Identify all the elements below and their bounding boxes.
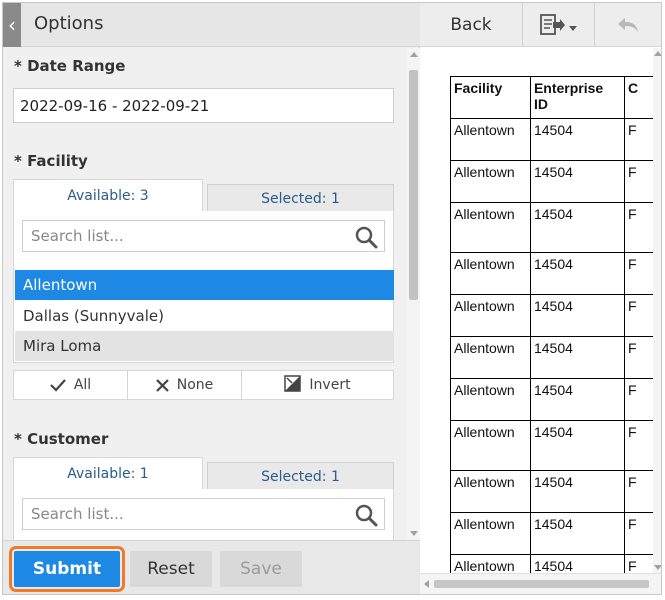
report-horizontal-scrollbar-thumb[interactable] [434, 580, 649, 588]
app-window: ‹ Options * Date Range * Facility Availa… [2, 2, 662, 595]
report-table: Facility Enterprise ID C Allentown 14504 F… [450, 76, 661, 573]
date-range-label: * Date Range [14, 57, 126, 75]
back-button[interactable]: Back [420, 3, 523, 47]
save-button[interactable]: Save [220, 551, 302, 587]
select-all-button[interactable]: All [14, 371, 127, 399]
export-icon [540, 14, 577, 35]
invert-selection-label: Invert [309, 377, 351, 393]
options-scrollbar[interactable] [407, 48, 420, 540]
table-row: Allentown 14504 F [450, 294, 661, 337]
customer-tab-available[interactable]: Available: 1 [13, 457, 203, 489]
facility-action-bar: All None Invert [13, 370, 394, 400]
column-header: Enterprise ID [529, 76, 626, 119]
options-header: ‹ Options [3, 3, 420, 47]
table-row: Allentown 14504 F [450, 554, 661, 573]
table-cell: Allentown [450, 336, 531, 379]
column-header: Facility [450, 76, 531, 119]
options-scroll-area: * Date Range * Facility Available: 3 Sel… [3, 48, 407, 540]
table-row: Allentown 14504 F [450, 202, 661, 253]
table-cell: 14504 [529, 118, 626, 161]
report-horizontal-scrollbar[interactable] [420, 573, 661, 594]
table-row: Allentown 14504 F [450, 420, 661, 471]
select-none-label: None [176, 377, 214, 393]
scroll-down-arrow-icon[interactable] [654, 565, 661, 570]
customer-search-input[interactable] [23, 499, 343, 529]
facility-search-input[interactable] [23, 221, 343, 251]
table-row: Allentown 14504 F [450, 378, 661, 421]
facility-listbox: Allentown Dallas (Sunnyvale) Mira Loma [13, 211, 394, 363]
report-viewer: Back Facility Enterprise ID C Allentown … [420, 3, 661, 594]
options-panel: ‹ Options * Date Range * Facility Availa… [3, 3, 420, 594]
customer-tab-selected[interactable]: Selected: 1 [207, 462, 394, 490]
reset-button[interactable]: Reset [130, 551, 212, 587]
invert-icon [284, 375, 302, 392]
table-cell: 14504 [529, 512, 626, 555]
table-cell: 14504 [529, 378, 626, 421]
submit-button[interactable]: Submit [9, 546, 125, 592]
table-cell: 14504 [529, 420, 626, 471]
select-all-label: All [73, 377, 92, 393]
table-row: Allentown 14504 F [450, 160, 661, 203]
select-none-button[interactable]: None [127, 371, 241, 399]
export-button[interactable] [523, 3, 595, 47]
invert-selection-button[interactable]: Invert [241, 371, 393, 399]
table-row: Allentown 14504 F [450, 470, 661, 513]
search-icon[interactable] [354, 503, 378, 527]
table-row: Allentown 14504 F [450, 512, 661, 555]
customer-search-box [22, 498, 385, 530]
customer-listbox [13, 489, 394, 540]
customer-label: * Customer [14, 430, 109, 448]
viewer-toolbar: Back [420, 3, 661, 47]
table-cell: Allentown [450, 512, 531, 555]
table-row: Allentown 14504 F [450, 252, 661, 295]
scroll-up-arrow-icon[interactable] [654, 51, 661, 56]
table-cell: 14504 [529, 294, 626, 337]
table-cell: Allentown [450, 554, 531, 573]
table-cell: Allentown [450, 378, 531, 421]
scroll-left-arrow-icon[interactable] [424, 580, 429, 588]
table-row: Allentown 14504 F [450, 336, 661, 379]
checkmark-icon [50, 379, 66, 392]
table-cell: 14504 [529, 252, 626, 295]
scroll-down-arrow-icon[interactable] [410, 531, 418, 536]
report-vertical-scrollbar[interactable] [653, 48, 661, 573]
table-cell: 14504 [529, 160, 626, 203]
table-header-row: Facility Enterprise ID C [450, 76, 661, 119]
options-title: Options [34, 13, 104, 34]
collapse-panel-button[interactable]: ‹ [3, 3, 21, 47]
table-cell: 14504 [529, 336, 626, 379]
table-cell: Allentown [450, 160, 531, 203]
table-cell: Allentown [450, 118, 531, 161]
table-cell: Allentown [450, 202, 531, 253]
facility-search-box [22, 220, 385, 252]
table-cell: 14504 [529, 470, 626, 513]
table-cell: Allentown [450, 294, 531, 337]
facility-label: * Facility [14, 152, 88, 170]
table-cell: Allentown [450, 470, 531, 513]
facility-list-item[interactable]: Allentown [15, 270, 394, 300]
facility-tab-available[interactable]: Available: 3 [13, 179, 203, 211]
table-cell: Allentown [450, 420, 531, 471]
date-range-input[interactable] [13, 88, 394, 123]
undo-button[interactable] [595, 3, 661, 47]
facility-tab-selected[interactable]: Selected: 1 [207, 184, 394, 212]
facility-list-item[interactable]: Mira Loma [15, 331, 394, 361]
scroll-up-arrow-icon[interactable] [410, 52, 418, 57]
search-icon[interactable] [354, 225, 378, 249]
report-canvas: Facility Enterprise ID C Allentown 14504 F… [420, 48, 661, 573]
table-cell: 14504 [529, 202, 626, 253]
options-footer: Submit Reset Save [3, 540, 420, 594]
table-cell: 14504 [529, 554, 626, 573]
undo-icon [618, 18, 638, 32]
x-icon [155, 379, 169, 392]
table-cell: Allentown [450, 252, 531, 295]
options-scrollbar-thumb[interactable] [409, 70, 418, 300]
table-row: Allentown 14504 F [450, 118, 661, 161]
facility-list-item[interactable]: Dallas (Sunnyvale) [15, 301, 394, 331]
chevron-left-icon: ‹ [8, 13, 16, 37]
